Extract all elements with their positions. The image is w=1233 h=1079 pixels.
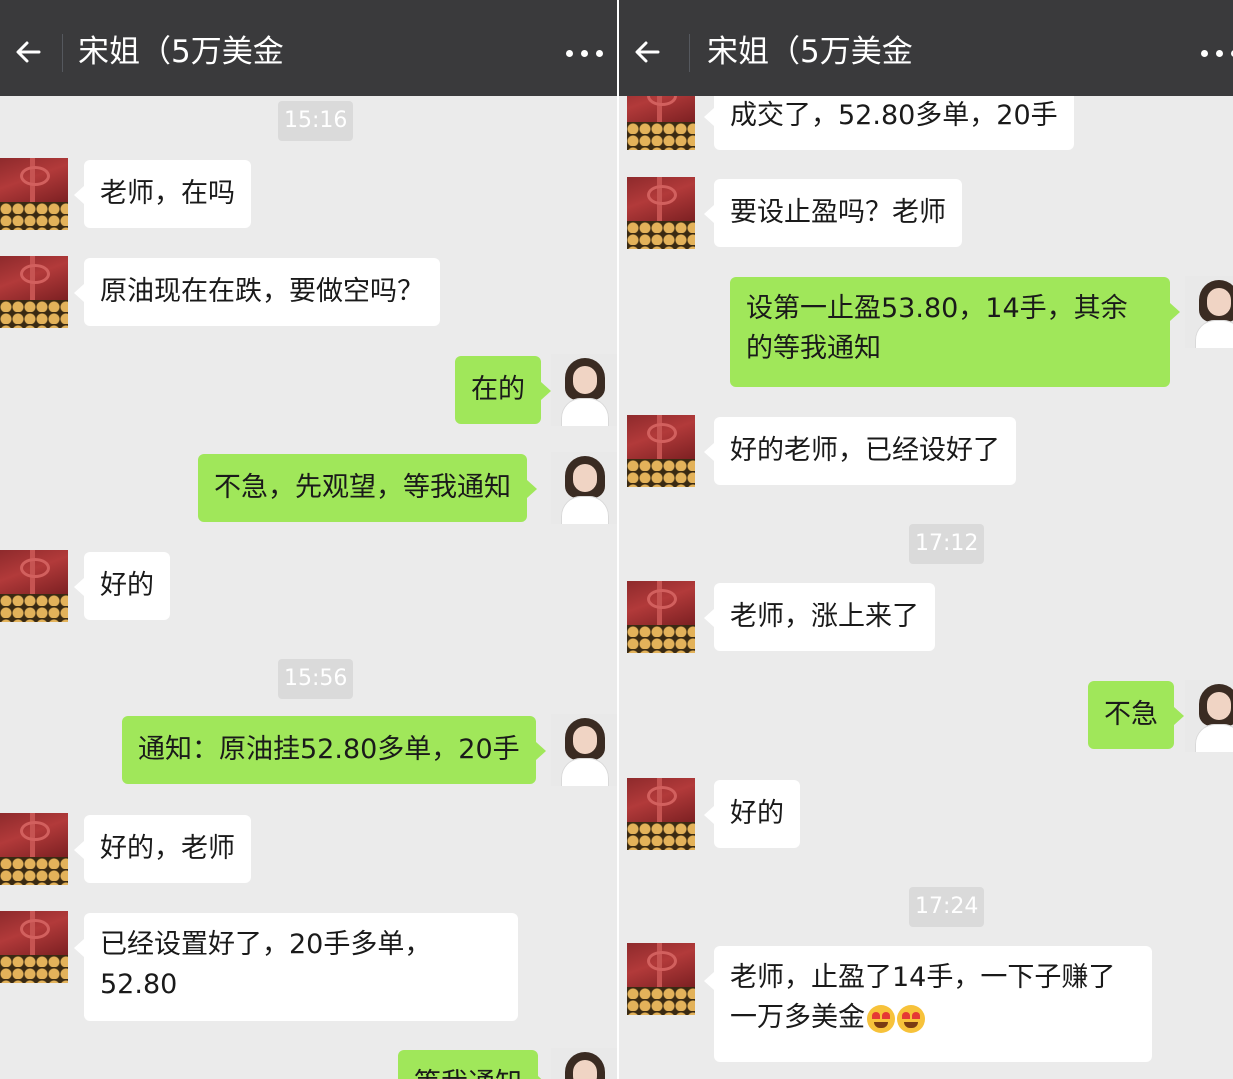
user-avatar[interactable]	[551, 1048, 617, 1079]
message-line: 52.80	[100, 969, 178, 1000]
message-line: 老师，止盈了14手，一下子赚了	[730, 962, 1116, 993]
header-separator	[689, 34, 690, 72]
contact-avatar[interactable]	[627, 177, 695, 249]
message-bubble-received[interactable]: 好的老师，已经设好了	[704, 417, 1016, 485]
message-bubble-received[interactable]: 老师，止盈了14手，一下子赚了 一万多美金	[704, 946, 1152, 1062]
status-bar	[0, 0, 617, 8]
more-options-button[interactable]	[558, 36, 610, 70]
star-struck-face-icon	[897, 1004, 925, 1033]
contact-avatar[interactable]	[627, 943, 695, 1015]
arrow-left-icon	[16, 41, 41, 63]
message-bubble-received[interactable]: 要设止盈吗？老师	[704, 179, 962, 247]
message-bubble-sent[interactable]: 在的	[455, 356, 551, 424]
more-dot	[595, 49, 603, 57]
back-button[interactable]	[8, 28, 48, 76]
contact-avatar[interactable]	[627, 778, 695, 850]
chat-header: 宋姐（5万美金	[0, 8, 617, 96]
message-bubble-sent[interactable]: 不急	[1088, 681, 1184, 749]
time-stamp: 17:12	[909, 524, 985, 564]
status-bar	[619, 0, 1233, 8]
message-line: 已经设置好了，20手多单，	[100, 929, 432, 960]
message-bubble-received[interactable]: 好的	[74, 552, 170, 620]
message-bubble-received[interactable]: 原油现在在跌，要做空吗？	[74, 258, 440, 326]
more-dots-icon	[1200, 49, 1208, 57]
more-dots-icon	[565, 49, 573, 57]
star-struck-face-icon	[867, 1004, 895, 1033]
chat-header: 宋姐（5万美金	[619, 8, 1233, 96]
more-dot	[580, 49, 588, 57]
message-line: 设第一止盈53.80，14手，其余	[746, 293, 1128, 324]
more-options-button[interactable]	[1193, 36, 1233, 70]
user-avatar[interactable]	[1185, 276, 1233, 348]
back-button[interactable]	[627, 28, 667, 76]
contact-avatar[interactable]	[0, 813, 68, 885]
message-bubble-sent[interactable]: 设第一止盈53.80，14手，其余 的等我通知	[730, 277, 1180, 387]
chat-title: 宋姐（5万美金	[707, 34, 913, 70]
time-stamp: 17:24	[909, 887, 985, 927]
message-bubble-sent[interactable]: 等我通知	[398, 1050, 548, 1079]
contact-avatar[interactable]	[0, 256, 68, 328]
message-line: 一万多美金	[730, 998, 1115, 1038]
chat-panel-left: 宋姐（5万美金 15:16 老师，在吗 原油现在在跌，要做空吗？ 在的 不急，先…	[0, 0, 617, 1079]
time-stamp: 15:16	[278, 101, 354, 141]
user-avatar[interactable]	[551, 452, 617, 524]
chat-panel-right: 成交了，52.80多单，20手 宋姐（5万美金 要设止盈吗？老师 设第一止盈53…	[619, 0, 1233, 1079]
chat-title: 宋姐（5万美金	[78, 34, 284, 70]
message-bubble-received[interactable]: 已经设置好了，20手多单， 52.80	[74, 913, 518, 1021]
contact-avatar[interactable]	[0, 911, 68, 983]
message-bubble-received[interactable]: 好的	[704, 780, 800, 848]
contact-avatar[interactable]	[0, 550, 68, 622]
user-avatar[interactable]	[1185, 680, 1233, 752]
more-dot	[1215, 49, 1223, 57]
message-bubble-sent[interactable]: 不急，先观望，等我通知	[198, 454, 537, 522]
user-avatar[interactable]	[551, 354, 617, 426]
header-separator	[62, 34, 63, 72]
message-bubble-received[interactable]: 老师，涨上来了	[704, 583, 935, 651]
arrow-left-icon	[635, 41, 660, 63]
message-bubble-received[interactable]: 好的，老师	[74, 815, 251, 883]
contact-avatar[interactable]	[0, 158, 68, 230]
time-stamp: 15:56	[278, 659, 354, 699]
contact-avatar[interactable]	[627, 415, 695, 487]
message-line: 的等我通知	[746, 333, 881, 364]
message-text: 一万多美金	[730, 1002, 865, 1033]
contact-avatar[interactable]	[627, 581, 695, 653]
message-bubble-sent[interactable]: 通知：原油挂52.80多单，20手	[122, 716, 546, 784]
message-bubble-received[interactable]: 老师，在吗	[74, 160, 251, 228]
user-avatar[interactable]	[551, 714, 617, 786]
